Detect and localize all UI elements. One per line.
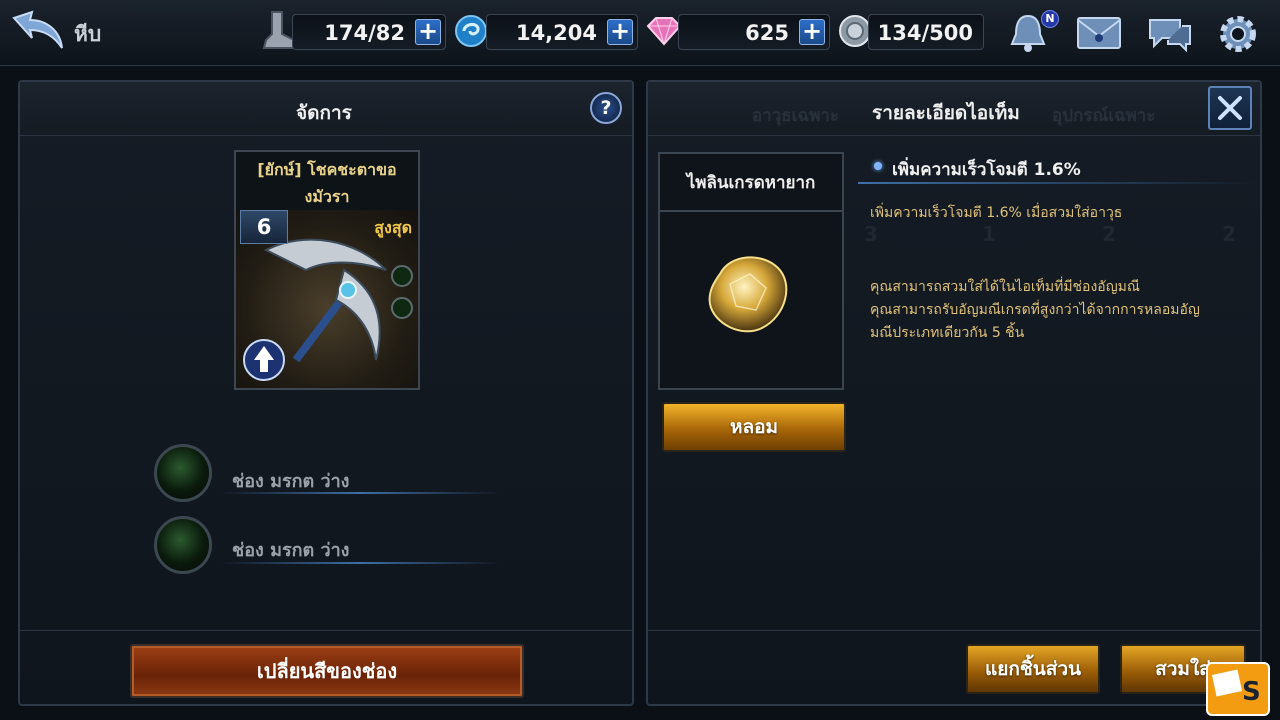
item-detail-header: อาวุธเฉพาะ รายละเอียดไอเท็ม อุปกรณ์เฉพาะ xyxy=(648,82,1260,136)
emerald-slot-2[interactable] xyxy=(154,516,212,574)
ghost-number: 3 xyxy=(864,222,878,246)
mail-icon[interactable] xyxy=(1076,16,1122,54)
item-detail-title: รายละเอียดไอเท็ม xyxy=(872,102,1020,124)
stat-divider xyxy=(858,182,1258,184)
svg-text:S: S xyxy=(1242,677,1261,707)
item-name-line2: งมัวรา xyxy=(304,187,350,206)
silver-orb-icon xyxy=(838,14,872,52)
manage-panel: จัดการ ? [ยักษ์] โชคชะตาขอ งมัวรา 6 สูงส… xyxy=(18,80,634,706)
footer-divider xyxy=(648,630,1260,631)
ghost-number: 2 xyxy=(1102,222,1116,246)
gear-icon[interactable] xyxy=(1216,12,1260,60)
fuse-button[interactable]: หลอม xyxy=(662,402,846,452)
gold-value: 14,204 xyxy=(515,21,597,45)
gem-value: 625 xyxy=(745,21,789,45)
ghost-tab-gear: อุปกรณ์เฉพาะ xyxy=(1052,106,1156,126)
ghost-tab-weapon: อาวุธเฉพาะ xyxy=(752,106,839,126)
slot-1-divider xyxy=(220,492,500,494)
info-line-1: คุณสามารถสวมใส่ได้ในไอเท็มที่มีช่องอัญมณ… xyxy=(870,279,1140,295)
gold-counter: 14,204 + xyxy=(486,14,638,50)
manage-panel-header: จัดการ ? xyxy=(20,82,632,136)
stat-description: เพิ่มความเร็วโจมตี 1.6% เมื่อสวมใส่อาวุธ xyxy=(870,205,1123,221)
item-detail-panel: อาวุธเฉพาะ รายละเอียดไอเท็ม อุปกรณ์เฉพาะ… xyxy=(646,80,1262,706)
dismantle-button[interactable]: แยกชิ้นส่วน xyxy=(966,644,1100,694)
add-stamina-button[interactable]: + xyxy=(415,19,441,45)
ghost-number: 1 xyxy=(982,222,996,246)
page-title: หีบ xyxy=(74,22,102,46)
stamina-value: 174/82 xyxy=(324,21,405,45)
gem-name: ไพลินเกรดหายาก xyxy=(660,154,842,212)
chat-icon[interactable] xyxy=(1146,16,1194,56)
ghost-number: 2 xyxy=(1222,222,1236,246)
gem-counter: 625 + xyxy=(678,14,830,50)
inventory-counter: 134/500 xyxy=(868,14,984,50)
stamina-counter: 174/82 + xyxy=(292,14,446,50)
slot-1-label: ช่อง มรกต ว่าง xyxy=(232,471,350,492)
onlinestation-logo: S xyxy=(1206,662,1270,716)
help-button[interactable]: ? xyxy=(590,92,622,124)
gem-card: ไพลินเกรดหายาก xyxy=(658,152,844,390)
footer-divider xyxy=(20,630,632,631)
emerald-slot-1[interactable] xyxy=(154,444,212,502)
item-name: [ยักษ์] โชคชะตาขอ งมัวรา xyxy=(236,156,418,210)
notification-badge: N xyxy=(1041,10,1059,28)
manage-panel-title: จัดการ xyxy=(296,102,352,124)
info-line-3: มณีประเภทเดียวกัน 5 ชิ้น xyxy=(870,325,1025,341)
item-grade: สูงสุด xyxy=(374,218,412,237)
add-gem-button[interactable]: + xyxy=(799,19,825,45)
top-bar: หีบ 174/82 + 14,204 + 625 + 134/500 N xyxy=(0,0,1280,66)
diamond-icon xyxy=(646,16,682,50)
stat-title: เพิ่มความเร็วโจมตี 1.6% xyxy=(892,160,1081,180)
blue-orb-icon xyxy=(454,14,488,52)
add-gold-button[interactable]: + xyxy=(607,19,633,45)
item-name-line1: [ยักษ์] โชคชะตาขอ xyxy=(257,160,397,179)
info-line-2: คุณสามารถรับอัญมณีเกรดที่สูงกว่าได้จากกา… xyxy=(870,302,1200,318)
inventory-value: 134/500 xyxy=(877,21,973,45)
boot-icon xyxy=(262,10,296,54)
item-image: 6 สูงสุด xyxy=(236,210,418,388)
item-card[interactable]: [ยักษ์] โชคชะตาขอ งมัวรา 6 สูงสุด xyxy=(234,150,420,390)
slot-2-divider xyxy=(220,562,500,564)
stat-bullet-icon xyxy=(874,162,882,170)
item-level: 6 xyxy=(240,210,288,244)
close-button[interactable] xyxy=(1208,86,1252,130)
topaz-gem-icon xyxy=(708,256,788,333)
slot-2-label: ช่อง มรกต ว่าง xyxy=(232,540,350,561)
back-arrow-icon[interactable] xyxy=(10,8,66,56)
change-slot-color-button[interactable]: เปลี่ยนสีของช่อง xyxy=(130,644,524,698)
close-icon xyxy=(1218,96,1242,120)
